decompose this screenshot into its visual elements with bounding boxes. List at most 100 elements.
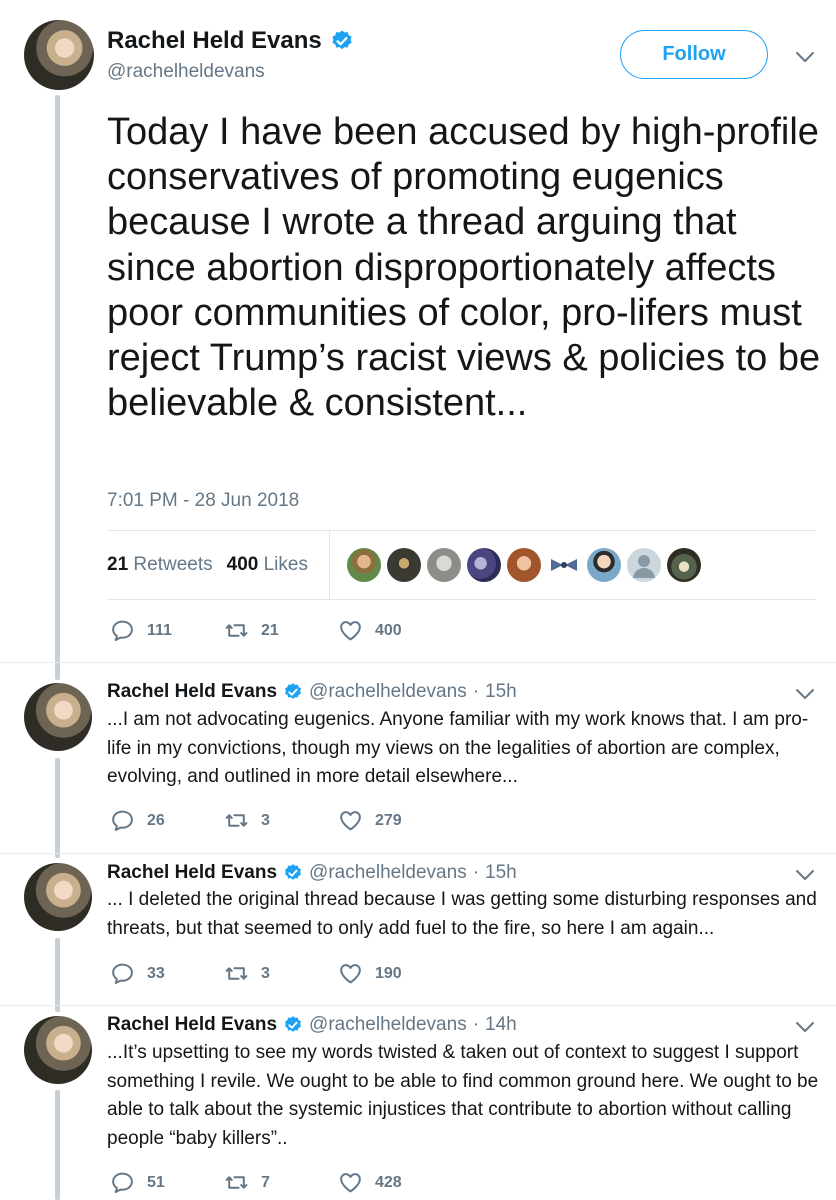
liker-avatar[interactable]	[387, 548, 421, 582]
tweet-timestamp[interactable]: 7:01 PM - 28 Jun 2018	[107, 490, 299, 512]
retweet-count: 3	[261, 964, 270, 982]
reply-button[interactable]: 51	[110, 1170, 224, 1195]
tweet-actions: 51 7 428	[110, 1170, 452, 1195]
tweet-text: Today I have been accused by high-profil…	[107, 111, 821, 425]
retweets-stat[interactable]: 21 Retweets	[107, 554, 213, 576]
likes-count: 400	[226, 554, 259, 575]
like-button[interactable]: 190	[338, 961, 452, 986]
like-count: 428	[375, 1173, 402, 1191]
retweet-icon	[225, 814, 248, 827]
reply-header: Rachel Held Evans @rachelheldevans · 15h	[107, 862, 517, 884]
tweet-actions: 26 3 279	[110, 808, 452, 833]
retweets-count: 21	[107, 554, 129, 575]
reply-count: 33	[147, 964, 165, 982]
reply-icon	[112, 810, 133, 831]
reply-count: 111	[147, 621, 172, 639]
like-count: 400	[375, 621, 402, 639]
reply-header: Rachel Held Evans @rachelheldevans · 14h	[107, 1014, 517, 1036]
thread-connector-line	[55, 1090, 60, 1200]
retweet-icon	[225, 624, 248, 637]
verified-badge-icon	[283, 1015, 303, 1035]
reply-icon	[112, 620, 133, 641]
verified-badge-icon	[283, 682, 303, 702]
reply-author-handle[interactable]: @rachelheldevans	[309, 862, 467, 884]
heart-icon	[340, 964, 361, 984]
default-avatar[interactable]	[627, 548, 661, 582]
liker-avatars	[347, 548, 701, 582]
liker-avatar[interactable]	[467, 548, 501, 582]
retweet-count: 7	[261, 1173, 270, 1191]
chevron-down-icon[interactable]	[795, 687, 815, 701]
avatar[interactable]	[24, 20, 94, 90]
retweet-button[interactable]: 7	[224, 1170, 338, 1195]
divider	[107, 530, 816, 531]
author-name[interactable]: Rachel Held Evans	[107, 27, 354, 55]
reply-count: 51	[147, 1173, 165, 1191]
retweets-label: Retweets	[133, 554, 213, 575]
like-button[interactable]: 428	[338, 1170, 452, 1195]
chevron-down-icon[interactable]	[795, 50, 815, 64]
retweet-icon	[225, 1176, 248, 1189]
liker-avatar[interactable]	[507, 548, 541, 582]
reply-timestamp[interactable]: 15h	[485, 681, 517, 703]
chevron-down-icon[interactable]	[795, 1020, 815, 1034]
liker-avatar[interactable]	[587, 548, 621, 582]
retweet-button[interactable]: 21	[224, 618, 338, 643]
reply-author-name[interactable]: Rachel Held Evans	[107, 681, 277, 703]
like-button[interactable]: 279	[338, 808, 452, 833]
reply-button[interactable]: 33	[110, 961, 224, 986]
reply-icon	[112, 963, 133, 984]
liker-avatar[interactable]	[667, 548, 701, 582]
retweet-count: 21	[261, 621, 279, 639]
author-handle[interactable]: @rachelheldevans	[107, 61, 265, 83]
avatar[interactable]	[24, 1016, 92, 1084]
retweet-icon	[225, 967, 248, 980]
reply-text: ...It’s upsetting to see my words twiste…	[107, 1042, 819, 1149]
verified-badge-icon	[283, 863, 303, 883]
tweet-actions: 111 21 400	[110, 618, 452, 643]
liker-avatar[interactable]	[347, 548, 381, 582]
thread-connector-line	[55, 938, 60, 1012]
engagement-stats: 21 Retweets 400 Likes	[107, 554, 308, 576]
reply-header: Rachel Held Evans @rachelheldevans · 15h	[107, 681, 517, 703]
like-count: 279	[375, 811, 402, 829]
reply-text: ... I deleted the original thread becaus…	[107, 889, 817, 939]
retweet-button[interactable]: 3	[224, 961, 338, 986]
reply-count: 26	[147, 811, 165, 829]
separator-dot: ·	[472, 1014, 480, 1035]
separator-dot: ·	[472, 681, 480, 702]
heart-icon	[340, 621, 361, 641]
reply-author-handle[interactable]: @rachelheldevans	[309, 1014, 467, 1036]
reply-timestamp[interactable]: 14h	[485, 1014, 517, 1036]
reply-icon	[112, 1172, 133, 1193]
avatar[interactable]	[24, 863, 92, 931]
likes-label: Likes	[263, 554, 308, 575]
author-name-text: Rachel Held Evans	[107, 27, 322, 54]
avatar[interactable]	[24, 683, 92, 751]
bowtie-avatar[interactable]	[547, 548, 581, 582]
tweet-actions: 33 3 190	[110, 961, 452, 986]
heart-icon	[340, 811, 361, 831]
stats-vertical-divider	[329, 531, 330, 599]
reply-author-handle[interactable]: @rachelheldevans	[309, 681, 467, 703]
retweet-button[interactable]: 3	[224, 808, 338, 833]
reply-text: ...I am not advocating eugenics. Anyone …	[107, 709, 809, 787]
chevron-down-icon[interactable]	[795, 868, 815, 882]
reply-button[interactable]: 111	[110, 618, 224, 643]
reply-author-name[interactable]: Rachel Held Evans	[107, 862, 277, 884]
separator-dot: ·	[472, 862, 480, 883]
reply-author-name[interactable]: Rachel Held Evans	[107, 1014, 277, 1036]
divider	[0, 853, 836, 854]
liker-avatar[interactable]	[427, 548, 461, 582]
likes-stat[interactable]: 400 Likes	[227, 554, 308, 576]
follow-button[interactable]: Follow	[620, 30, 768, 79]
reply-timestamp[interactable]: 15h	[485, 862, 517, 884]
reply-button[interactable]: 26	[110, 808, 224, 833]
thread-connector-line	[55, 95, 60, 680]
like-button[interactable]: 400	[338, 618, 452, 643]
divider	[0, 662, 836, 663]
thread-connector-line	[55, 758, 60, 858]
heart-icon	[340, 1173, 361, 1193]
divider	[107, 599, 816, 600]
divider	[0, 1005, 836, 1006]
